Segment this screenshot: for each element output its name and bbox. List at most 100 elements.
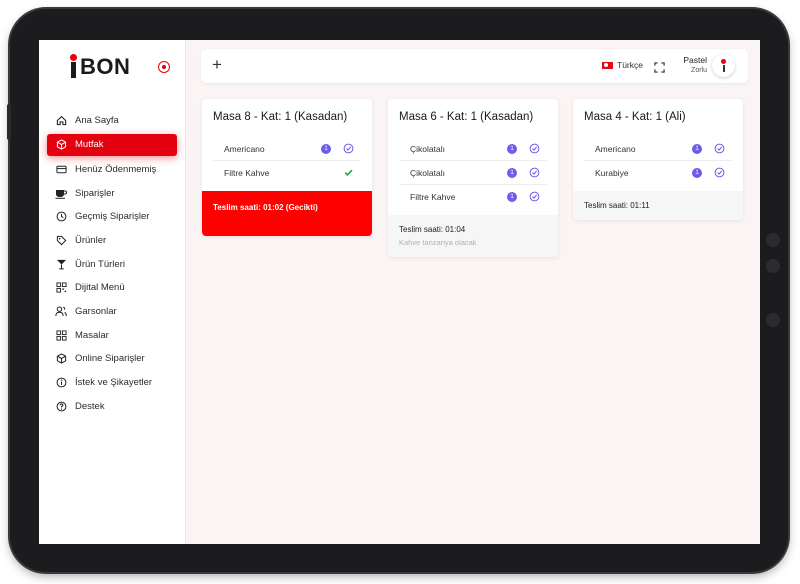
glass-icon bbox=[55, 258, 67, 270]
order-item: Çikolatalı 1 bbox=[399, 137, 547, 161]
sidebar-item-label: Geçmiş Siparişler bbox=[75, 211, 150, 223]
item-name: Çikolatalı bbox=[410, 143, 445, 154]
tablet-side-button bbox=[7, 104, 11, 140]
cube-icon bbox=[55, 139, 67, 151]
sidebar-item-label: Ürün Türleri bbox=[75, 258, 125, 270]
quantity-badge: 1 bbox=[692, 143, 702, 154]
help-icon bbox=[55, 400, 67, 412]
order-item: Americano 1 bbox=[213, 137, 361, 161]
tablet-camera bbox=[766, 233, 780, 247]
quantity-badge: 1 bbox=[692, 167, 702, 178]
fullscreen-icon[interactable] bbox=[654, 60, 665, 73]
sidebar-item-siparisler[interactable]: Siparişler bbox=[47, 183, 177, 203]
order-item: Filtre Kahve bbox=[213, 161, 361, 184]
sidebar-nav: Ana Sayfa Mutfak Henüz Ödenmemiş Sipariş… bbox=[47, 110, 177, 420]
sidebar-item-label: Mutfak bbox=[75, 139, 104, 151]
sidebar-item-label: Dijital Menü bbox=[75, 282, 125, 294]
check-circle-icon[interactable] bbox=[529, 167, 540, 178]
info-icon bbox=[55, 377, 67, 389]
order-title: Masa 4 - Kat: 1 (Ali) bbox=[584, 111, 686, 123]
order-card: Masa 6 - Kat: 1 (Kasadan) Çikolatalı 1 Ç… bbox=[388, 99, 558, 257]
order-item: Filtre Kahve 1 bbox=[399, 185, 547, 208]
app-screen: BON Ana Sayfa Mutfak Henüz Ödenmemiş Sip… bbox=[39, 40, 760, 544]
tablet-sensor bbox=[766, 259, 780, 273]
item-name: Kurabiye bbox=[595, 167, 629, 178]
delivery-time: Teslim saati: 01:02 (Gecikti) bbox=[202, 191, 372, 236]
quantity-badge: 1 bbox=[507, 143, 517, 154]
sidebar-item-destek[interactable]: Destek bbox=[47, 396, 177, 416]
order-card: Masa 8 - Kat: 1 (Kasadan) Americano 1 Fi… bbox=[202, 99, 372, 236]
cup-icon bbox=[55, 187, 67, 199]
user-info[interactable]: Pastel Zorlu bbox=[677, 55, 707, 74]
sidebar-item-label: İstek ve Şikayetler bbox=[75, 377, 153, 389]
sidebar-item-urun-turleri[interactable]: Ürün Türleri bbox=[47, 254, 177, 274]
sidebar-item-label: Masalar bbox=[75, 329, 109, 341]
order-item: Americano 1 bbox=[584, 137, 732, 161]
order-footer: Teslim saati: 01:11 bbox=[573, 191, 743, 220]
target-icon[interactable] bbox=[158, 61, 170, 73]
sidebar-item-ana-sayfa[interactable]: Ana Sayfa bbox=[47, 110, 177, 130]
sidebar-item-istek-ve-sikayetler[interactable]: İstek ve Şikayetler bbox=[47, 373, 177, 393]
check-circle-icon[interactable] bbox=[714, 143, 725, 154]
users-icon bbox=[55, 306, 67, 318]
sidebar-item-dijital-menu[interactable]: Dijital Menü bbox=[47, 278, 177, 298]
sidebar-item-label: Siparişler bbox=[75, 187, 115, 199]
item-name: Americano bbox=[224, 143, 265, 154]
order-note: Kahve tanzanya olacak bbox=[399, 238, 477, 247]
top-bar: + Türkçe Pastel Zorlu bbox=[201, 49, 748, 83]
check-circle-icon[interactable] bbox=[714, 167, 725, 178]
user-name: Pastel bbox=[683, 55, 707, 65]
user-branch: Zorlu bbox=[691, 67, 707, 74]
order-footer: Teslim saati: 01:04 Kahve tanzanya olaca… bbox=[388, 215, 558, 257]
check-circle-icon[interactable] bbox=[529, 191, 540, 202]
sidebar: BON Ana Sayfa Mutfak Henüz Ödenmemiş Sip… bbox=[39, 40, 186, 544]
order-items: Çikolatalı 1 Çikolatalı 1 Filtre Kahve 1 bbox=[388, 137, 558, 208]
quantity-badge: 1 bbox=[507, 191, 517, 202]
item-name: Filtre Kahve bbox=[410, 191, 456, 202]
order-item: Kurabiye 1 bbox=[584, 161, 732, 184]
check-done-icon bbox=[343, 167, 354, 178]
quantity-badge: 1 bbox=[321, 143, 331, 154]
tag-icon bbox=[55, 234, 67, 246]
card-icon bbox=[55, 163, 67, 175]
order-title: Masa 8 - Kat: 1 (Kasadan) bbox=[213, 111, 348, 123]
language-label: Türkçe bbox=[617, 60, 643, 70]
order-title: Masa 6 - Kat: 1 (Kasadan) bbox=[399, 111, 534, 123]
sidebar-item-label: Garsonlar bbox=[75, 306, 117, 317]
delivery-time: Teslim saati: 01:04 bbox=[399, 225, 466, 234]
add-button[interactable]: + bbox=[212, 55, 222, 75]
tablet-sensor-2 bbox=[766, 313, 780, 327]
turkey-flag-icon bbox=[602, 61, 613, 69]
sidebar-item-label: Online Siparişler bbox=[75, 353, 145, 365]
language-selector[interactable]: Türkçe bbox=[602, 60, 643, 70]
sidebar-item-urunler[interactable]: Ürünler bbox=[47, 230, 177, 250]
avatar[interactable] bbox=[712, 54, 735, 77]
sidebar-item-label: Ana Sayfa bbox=[75, 114, 119, 126]
sidebar-item-gecmis-siparisler[interactable]: Geçmiş Siparişler bbox=[47, 207, 177, 227]
order-card: Masa 4 - Kat: 1 (Ali) Americano 1 Kurabi… bbox=[573, 99, 743, 220]
quantity-badge: 1 bbox=[507, 167, 517, 178]
logo-text: BON bbox=[80, 54, 131, 79]
sidebar-item-garsonlar[interactable]: Garsonlar bbox=[47, 302, 177, 322]
sidebar-item-mutfak[interactable]: Mutfak bbox=[47, 133, 177, 156]
order-items: Americano 1 Filtre Kahve bbox=[202, 137, 372, 184]
item-name: Filtre Kahve bbox=[224, 167, 270, 178]
sidebar-item-label: Ürünler bbox=[75, 234, 107, 246]
item-name: Americano bbox=[595, 143, 636, 154]
grid-icon bbox=[55, 329, 67, 341]
check-circle-icon[interactable] bbox=[343, 143, 354, 154]
sidebar-item-henuz-odenmemis[interactable]: Henüz Ödenmemiş bbox=[47, 159, 177, 179]
sidebar-item-label: Henüz Ödenmemiş bbox=[75, 163, 157, 175]
clock-icon bbox=[55, 211, 67, 223]
delivery-time: Teslim saati: 01:11 bbox=[584, 201, 650, 210]
sidebar-item-masalar[interactable]: Masalar bbox=[47, 325, 177, 345]
order-items: Americano 1 Kurabiye 1 bbox=[573, 137, 743, 184]
home-icon bbox=[55, 114, 67, 126]
sidebar-item-label: Destek bbox=[75, 400, 105, 412]
brand-logo[interactable]: BON bbox=[70, 54, 131, 80]
sidebar-item-online-siparisler[interactable]: Online Siparişler bbox=[47, 349, 177, 369]
logo-mark bbox=[70, 54, 77, 78]
item-name: Çikolatalı bbox=[410, 167, 445, 178]
box-icon bbox=[55, 353, 67, 365]
check-circle-icon[interactable] bbox=[529, 143, 540, 154]
